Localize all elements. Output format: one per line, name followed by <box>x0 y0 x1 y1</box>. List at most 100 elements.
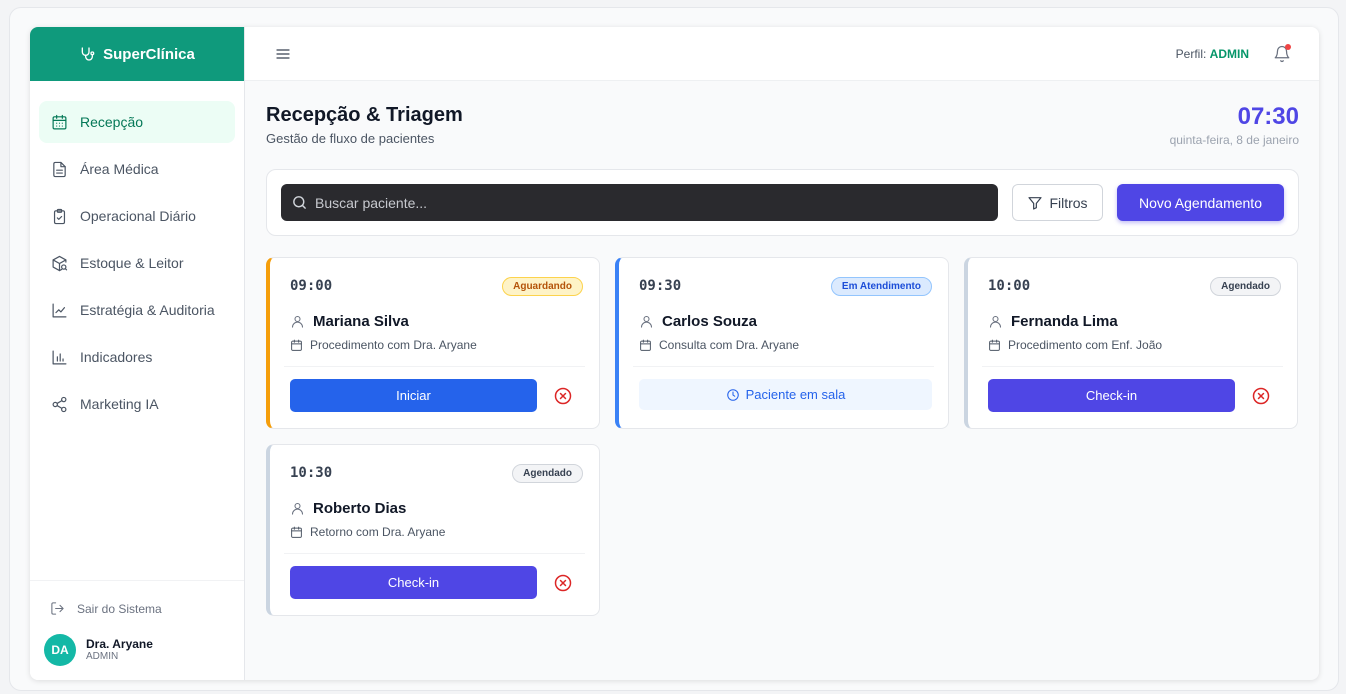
sidebar-footer: Sair do Sistema DA Dra. Aryane ADMIN <box>30 580 244 680</box>
sidebar-item-label: Operacional Diário <box>80 208 196 224</box>
filter-label: Filtros <box>1049 194 1088 211</box>
appointment-card[interactable]: 10:30 Agendado Roberto Dias Retorno com … <box>266 444 600 616</box>
clock: 07:30 quinta-feira, 8 de janeiro <box>1170 103 1299 147</box>
sidebar-item-estoque[interactable]: Estoque & Leitor <box>39 242 235 284</box>
profile-value: ADMIN <box>1209 46 1249 61</box>
in-room-status: Paciente em sala <box>639 379 932 410</box>
calendar-icon <box>52 114 67 129</box>
appointment-time: 10:00 <box>988 278 1031 294</box>
profile-label: Perfil: <box>1175 46 1207 61</box>
user-icon <box>291 315 304 328</box>
clock-time: 07:30 <box>1237 103 1299 130</box>
sidebar-item-label: Indicadores <box>80 349 153 365</box>
procedure-text: Procedimento com Enf. João <box>1008 338 1163 352</box>
logout-label: Sair do Sistema <box>77 601 162 616</box>
sidebar-item-label: Estratégia & Auditoria <box>80 302 215 318</box>
clipboard-check-icon <box>53 208 66 224</box>
sidebar-item-estrategia[interactable]: Estratégia & Auditoria <box>39 289 235 331</box>
sidebar-item-recepcao[interactable]: Recepção <box>39 101 235 143</box>
topbar-right: Perfil: ADMIN <box>1176 43 1291 63</box>
sidebar-item-marketing[interactable]: Marketing IA <box>39 383 235 425</box>
menu-icon[interactable] <box>275 46 291 62</box>
procedure-text: Consulta com Dra. Aryane <box>659 338 800 352</box>
user-name: Dra. Aryane <box>86 637 153 651</box>
card-divider <box>284 553 585 554</box>
stethoscope-icon <box>81 47 95 61</box>
new-appointment-button[interactable]: Novo Agendamento <box>1117 184 1284 221</box>
in-room-label: Paciente em sala <box>745 387 846 402</box>
user-profile[interactable]: DA Dra. Aryane ADMIN <box>42 634 232 666</box>
app-window: SuperClínica Recepção Área Médica Operac… <box>30 27 1319 680</box>
search-input[interactable] <box>315 194 988 211</box>
status-badge: Agendado <box>512 463 583 483</box>
appointment-time: 09:30 <box>639 278 682 294</box>
calendar-icon <box>640 339 651 351</box>
notification-button[interactable] <box>1273 43 1291 63</box>
user-icon <box>291 502 304 515</box>
page-title: Recepção & Triagem <box>266 104 463 126</box>
sidebar-item-area-medica[interactable]: Área Médica <box>39 148 235 190</box>
search-toolbar: Filtros Novo Agendamento <box>266 169 1299 236</box>
patient-name: Mariana Silva <box>313 313 409 330</box>
logout-button[interactable]: Sair do Sistema <box>42 593 232 624</box>
start-button[interactable]: Iniciar <box>290 379 537 412</box>
procedure-text: Retorno com Dra. Aryane <box>310 525 446 539</box>
brand-name: SuperClínica <box>103 45 195 63</box>
check-in-button[interactable]: Check-in <box>290 566 537 599</box>
sidebar-nav: Recepção Área Médica Operacional Diário … <box>30 81 244 580</box>
sidebar-item-label: Marketing IA <box>80 396 159 412</box>
sidebar-item-operacional[interactable]: Operacional Diário <box>39 195 235 237</box>
brand-logo[interactable]: SuperClínica <box>30 27 244 81</box>
avatar: DA <box>44 634 76 666</box>
user-icon <box>640 315 653 328</box>
search-icon <box>293 196 306 209</box>
appointment-card[interactable]: 09:30 Em Atendimento Carlos Souza Consul… <box>615 257 949 429</box>
appointment-time: 10:30 <box>290 465 333 481</box>
check-in-button[interactable]: Check-in <box>988 379 1235 412</box>
patient-name: Roberto Dias <box>313 500 407 517</box>
package-scan-icon <box>52 255 68 271</box>
user-role: ADMIN <box>86 651 119 662</box>
main-area: Perfil: ADMIN Recepção & Triagem Gestão … <box>245 27 1319 680</box>
cancel-icon[interactable] <box>553 386 573 406</box>
calendar-icon <box>989 339 1000 351</box>
cancel-icon[interactable] <box>1251 386 1271 406</box>
sidebar-item-label: Estoque & Leitor <box>80 255 184 271</box>
trend-line-icon <box>52 303 67 317</box>
procedure-text: Procedimento com Dra. Aryane <box>310 338 477 352</box>
document-icon <box>53 161 66 177</box>
appointment-time: 09:00 <box>290 278 333 294</box>
appointment-card[interactable]: 10:00 Agendado Fernanda Lima Procediment… <box>964 257 1298 429</box>
page-subtitle: Gestão de fluxo de pacientes <box>266 131 435 146</box>
search-box <box>281 184 998 221</box>
patient-name: Fernanda Lima <box>1011 313 1118 330</box>
clock-date: quinta-feira, 8 de janeiro <box>1169 133 1299 147</box>
page-header: Recepção & Triagem Gestão de fluxo de pa… <box>266 103 1299 169</box>
calendar-icon <box>291 339 302 351</box>
cancel-icon[interactable] <box>553 573 573 593</box>
sidebar: SuperClínica Recepção Área Médica Operac… <box>30 27 245 680</box>
appointment-card[interactable]: 09:00 Aguardando Mariana Silva Procedime… <box>266 257 600 429</box>
topbar: Perfil: ADMIN <box>245 27 1319 81</box>
card-divider <box>284 366 585 367</box>
patient-name: Carlos Souza <box>662 313 758 330</box>
status-badge: Agendado <box>1210 276 1281 296</box>
user-icon <box>989 315 1002 328</box>
card-divider <box>982 366 1283 367</box>
page-content: Recepção & Triagem Gestão de fluxo de pa… <box>245 81 1319 616</box>
profile-indicator: Perfil: ADMIN <box>1176 47 1249 61</box>
status-badge: Aguardando <box>502 276 583 296</box>
filter-icon <box>1028 196 1043 210</box>
appointment-grid: 09:00 Aguardando Mariana Silva Procedime… <box>266 257 1299 616</box>
card-divider <box>633 366 934 367</box>
sidebar-item-label: Recepção <box>80 114 144 130</box>
share-icon <box>52 396 67 412</box>
clock-icon <box>726 388 739 401</box>
sidebar-item-label: Área Médica <box>80 161 159 177</box>
calendar-icon <box>291 526 302 538</box>
status-badge: Em Atendimento <box>830 276 932 296</box>
sidebar-item-indicadores[interactable]: Indicadores <box>39 336 235 378</box>
logout-icon <box>51 602 64 615</box>
filter-button[interactable]: Filtros <box>1012 184 1103 221</box>
bar-chart-icon <box>52 350 67 364</box>
